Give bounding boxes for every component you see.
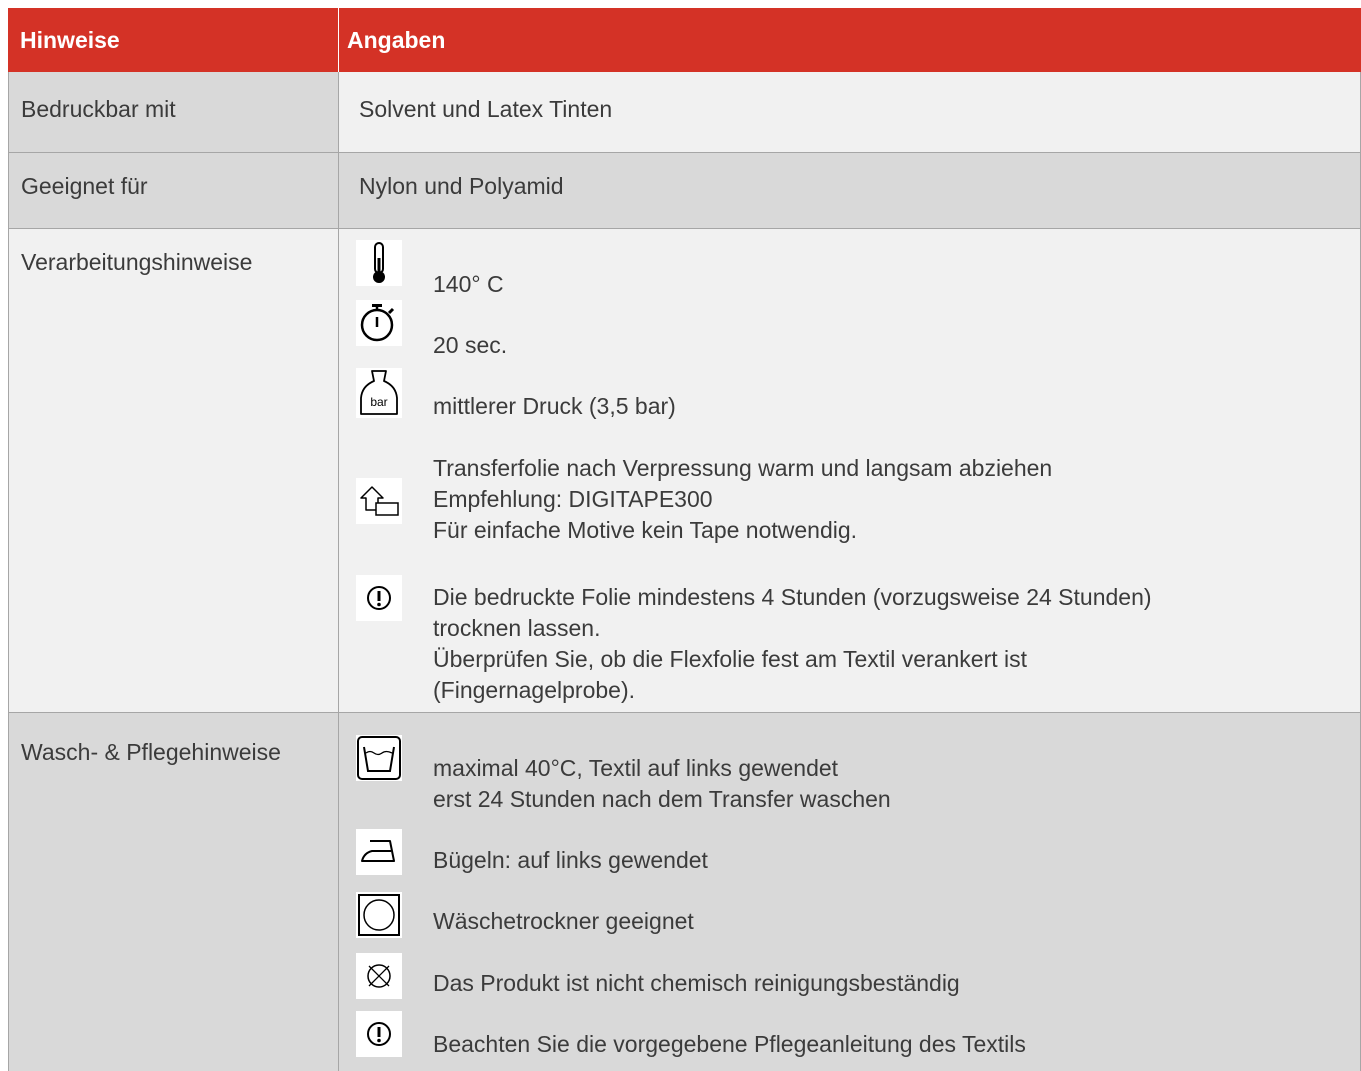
- stopwatch-icon: [356, 300, 402, 346]
- wash-tub-icon: [356, 735, 402, 781]
- processing-item-temp: 140° C: [433, 269, 504, 300]
- processing-item-peel: Transferfolie nach Verpressung warm und …: [433, 453, 1052, 546]
- care-wash-line1: maximal 40°C, Textil auf links gewendet: [433, 755, 839, 781]
- row-printable-value: Solvent und Latex Tinten: [359, 96, 613, 122]
- row-printable-value-cell: Solvent und Latex Tinten: [338, 72, 1361, 153]
- processing-item-time: 20 sec.: [433, 330, 507, 361]
- care-item-dry-clean: Das Produkt ist nicht chemisch reinigung…: [433, 968, 960, 999]
- row-care-value-cell: maximal 40°C, Textil auf links gewendet …: [338, 713, 1361, 1071]
- processing-attention-line2: trocknen lassen.: [433, 615, 601, 641]
- processing-temp-text: 140° C: [433, 271, 504, 297]
- care-dryer-text: Wäschetrockner geeignet: [433, 908, 694, 934]
- processing-item-pressure: mittlerer Druck (3,5 bar): [433, 391, 676, 422]
- row-printable-label: Bedruckbar mit: [21, 96, 176, 122]
- care-item-wash: maximal 40°C, Textil auf links gewendet …: [433, 753, 891, 815]
- row-care-label-cell: Wasch- & Pflegehinweise: [8, 713, 339, 1071]
- processing-item-attention: Die bedruckte Folie mindestens 4 Stunden…: [433, 582, 1152, 706]
- care-item-iron: Bügeln: auf links gewendet: [433, 845, 708, 876]
- processing-time-text: 20 sec.: [433, 332, 508, 358]
- header-col2-label: Angaben: [347, 26, 446, 53]
- processing-peel-line1: Transferfolie nach Verpressung warm und …: [433, 455, 1053, 481]
- row-processing-label: Verarbeitungshinweise: [21, 249, 253, 275]
- pressure-weight-icon: bar: [356, 368, 402, 418]
- care-instructions-table: Hinweise Angaben Bedruckbar mit Solvent …: [8, 8, 1361, 1071]
- care-item-attention: Beachten Sie die vorgegebene Pflegeanlei…: [433, 1029, 1026, 1060]
- processing-attention-line3: Überprüfen Sie, ob die Flexfolie fest am…: [433, 646, 1028, 672]
- header-angaben: Angaben: [339, 8, 1361, 72]
- pressure-icon-label: bar: [370, 395, 387, 409]
- processing-pressure-text: mittlerer Druck (3,5 bar): [433, 393, 676, 419]
- attention-icon: [356, 575, 402, 621]
- peel-transfer-icon: [356, 478, 402, 524]
- care-dry-clean-text: Das Produkt ist nicht chemisch reinigung…: [433, 970, 960, 996]
- care-item-dryer: Wäschetrockner geeignet: [433, 906, 694, 937]
- row-care-label: Wasch- & Pflegehinweise: [21, 739, 281, 765]
- no-dry-cleaning-icon: [356, 953, 402, 999]
- processing-attention-line1: Die bedruckte Folie mindestens 4 Stunden…: [433, 584, 1152, 610]
- care-wash-line2: erst 24 Stunden nach dem Transfer wasche…: [433, 786, 891, 812]
- processing-peel-line3: Für einfache Motive kein Tape notwendig.: [433, 517, 858, 543]
- row-processing-label-cell: Verarbeitungshinweise: [8, 229, 339, 713]
- header-hinweise: Hinweise: [8, 8, 338, 72]
- row-suitable-value: Nylon und Polyamid: [359, 173, 564, 199]
- row-printable-label-cell: Bedruckbar mit: [8, 72, 339, 153]
- tumble-dryer-icon: [356, 892, 402, 938]
- row-suitable-label-cell: Geeignet für: [8, 153, 339, 229]
- iron-icon: [356, 829, 402, 875]
- header-col1-label: Hinweise: [20, 26, 120, 53]
- processing-attention-line4: (Fingernagelprobe).: [433, 677, 636, 703]
- row-suitable-label: Geeignet für: [21, 173, 148, 199]
- row-processing-value-cell: 140° C 20 sec. bar mittlerer Druck (3,5 …: [338, 229, 1361, 713]
- care-iron-text: Bügeln: auf links gewendet: [433, 847, 708, 873]
- thermometer-icon: [356, 240, 402, 286]
- row-suitable-value-cell: Nylon und Polyamid: [338, 153, 1361, 229]
- attention-icon: [356, 1011, 402, 1057]
- processing-peel-line2: Empfehlung: DIGITAPE300: [433, 486, 713, 512]
- care-attention-text: Beachten Sie die vorgegebene Pflegeanlei…: [433, 1031, 1026, 1057]
